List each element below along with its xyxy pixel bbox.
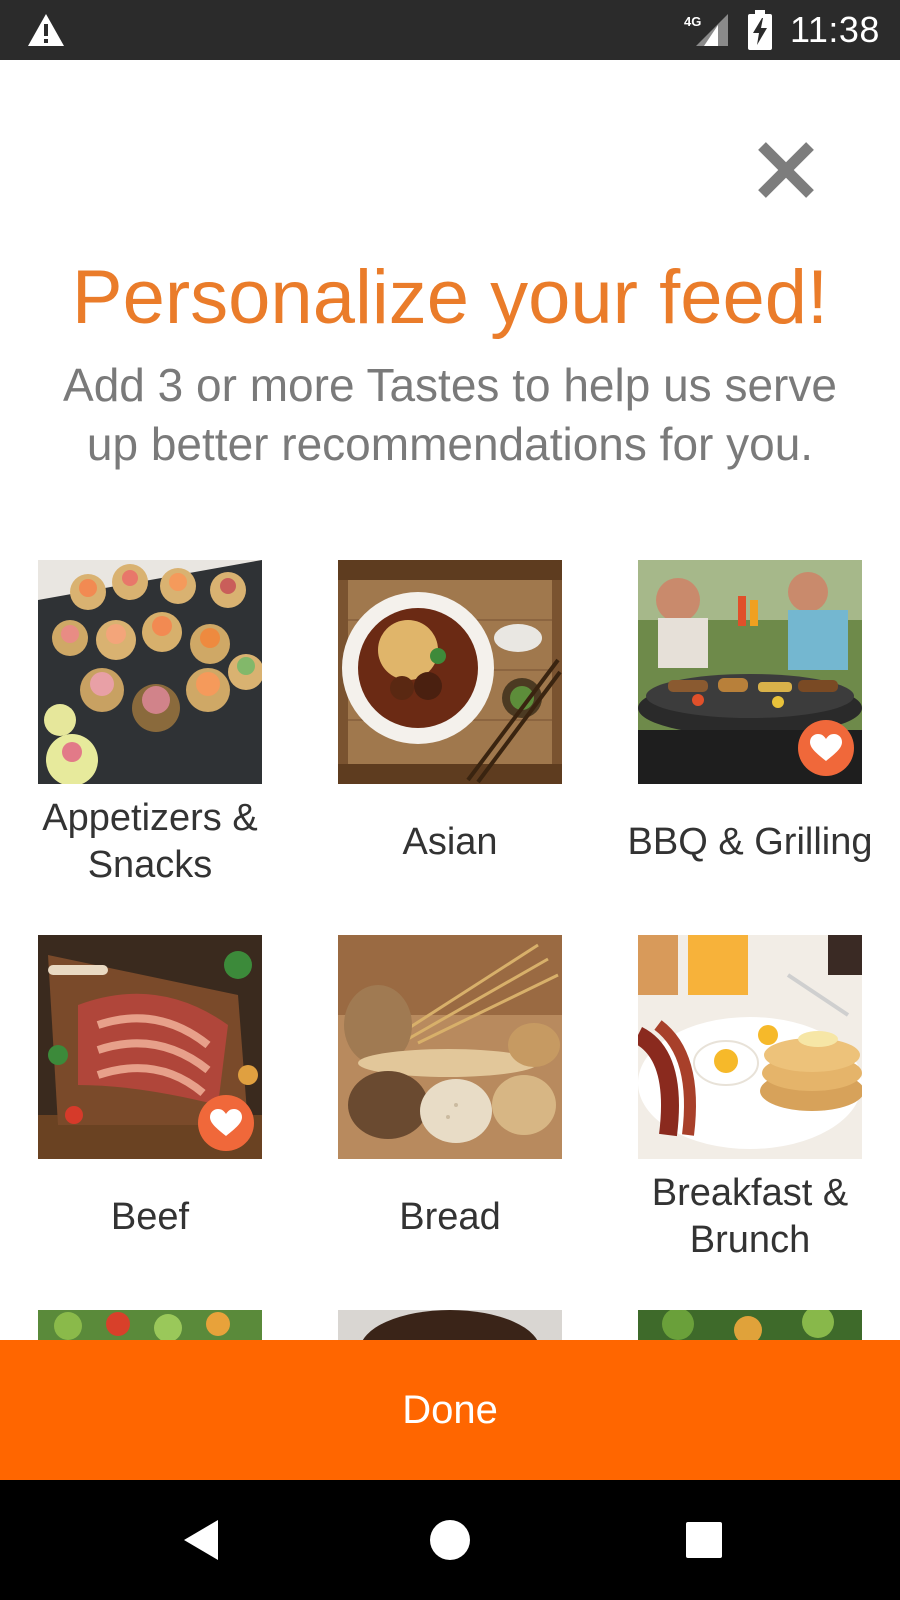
taste-image	[38, 1310, 262, 1340]
taste-tile-greens[interactable]	[600, 1310, 900, 1340]
taste-image	[338, 560, 562, 784]
home-button[interactable]	[408, 1498, 492, 1582]
taste-label: Bread	[399, 1195, 501, 1238]
taste-tile-salad[interactable]	[0, 1310, 300, 1340]
taste-image	[638, 935, 862, 1159]
selected-heart-badge	[198, 1095, 254, 1151]
taste-tile-cake[interactable]	[300, 1310, 600, 1340]
taste-image	[338, 1310, 562, 1340]
taste-picker-screen: 4G 11:38 Personalize your feed! Add 3 or…	[0, 0, 900, 1600]
taste-tile-breakfast[interactable]: Breakfast & Brunch	[600, 935, 900, 1295]
taste-tile-bread[interactable]: Bread	[300, 935, 600, 1295]
taste-image	[38, 935, 262, 1159]
recents-button[interactable]	[662, 1498, 746, 1582]
heart-icon	[810, 734, 842, 761]
recents-icon	[686, 1522, 722, 1558]
home-icon	[430, 1520, 470, 1560]
back-icon	[184, 1520, 218, 1560]
taste-tile-asian[interactable]: Asian	[300, 560, 600, 920]
taste-label: Beef	[110, 1195, 190, 1238]
navigation-bar	[0, 1480, 900, 1600]
taste-tile-bbq[interactable]: BBQ & Grilling	[600, 560, 900, 920]
back-button[interactable]	[160, 1498, 244, 1582]
done-label: Done	[402, 1387, 498, 1432]
taste-image	[338, 935, 562, 1159]
taste-label: BBQ & Grilling	[627, 820, 873, 863]
taste-tile-appetizers[interactable]: Appetizers & Snacks	[0, 560, 300, 920]
selected-heart-badge	[798, 720, 854, 776]
done-button[interactable]: Done	[0, 1340, 900, 1480]
tastes-grid: Appetizers & Snacks Asian BBQ & Grilling…	[0, 0, 900, 1340]
taste-image	[38, 560, 262, 784]
taste-image	[638, 560, 862, 784]
taste-label: Appetizers & Snacks	[42, 797, 258, 886]
taste-label: Breakfast & Brunch	[651, 1172, 849, 1261]
taste-tile-beef[interactable]: Beef	[0, 935, 300, 1295]
heart-icon	[210, 1109, 242, 1136]
taste-image	[638, 1310, 862, 1340]
taste-label: Asian	[402, 820, 498, 863]
